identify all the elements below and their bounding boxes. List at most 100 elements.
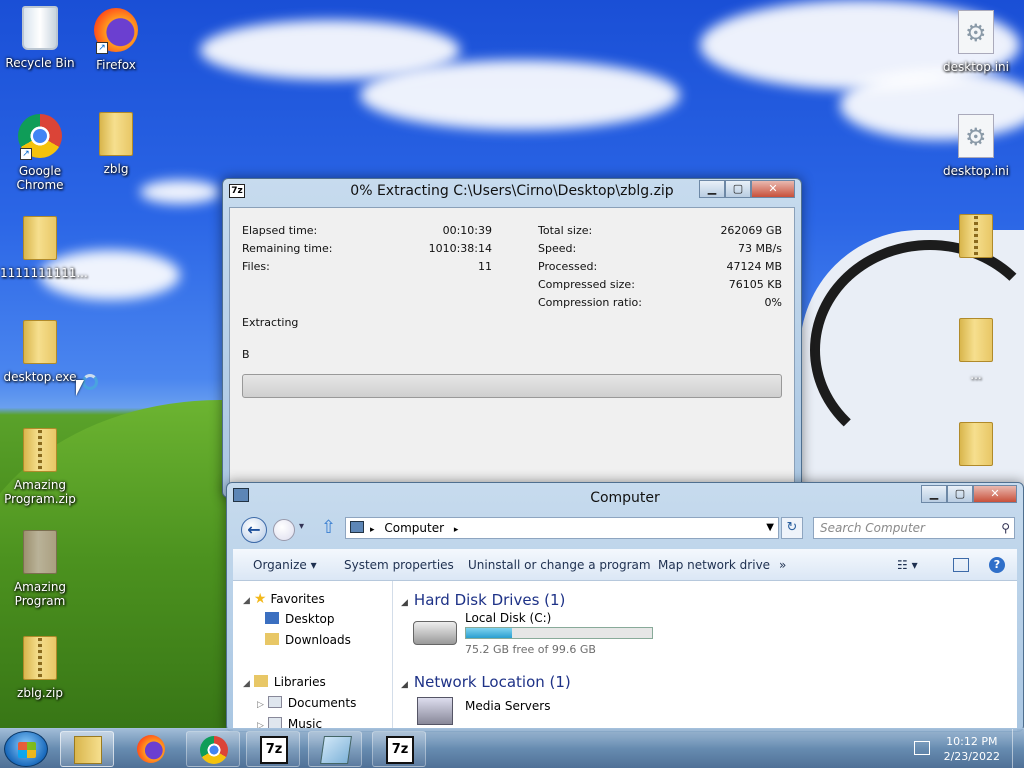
address-row: ← ▾ ⇧ ▸ Computer ▸ ▼ ↻ Search Computer ⚲ [233,513,1017,547]
window-title: Computer [590,490,660,506]
tree-downloads[interactable]: Downloads [265,633,351,647]
icon-label: desktop.ini [943,60,1009,74]
desktop-icon-folder-1111[interactable]: 1111111111... [0,216,88,280]
help-icon[interactable]: ? [989,557,1005,573]
recycle-bin-icon [22,6,58,50]
media-servers-item[interactable]: Media Servers [413,695,673,725]
close-button[interactable]: ✕ [751,180,795,198]
up-arrow-icon[interactable]: ⇧ [321,517,336,538]
icon-label: zblg.zip [17,686,63,700]
desktop-icon-folder-right-1[interactable] [936,214,1016,264]
drive-usage-fill [466,628,512,638]
settings-file-icon [958,114,994,158]
icon-label: Firefox [96,58,136,72]
show-desktop-button[interactable] [1012,729,1024,768]
folder-icon [99,112,133,156]
breadcrumb-computer[interactable]: Computer [384,521,444,535]
notepad-icon [320,736,352,764]
desktop-icon-folder-right-3[interactable] [936,422,1016,472]
taskbar-firefox[interactable] [124,731,178,767]
tree-documents[interactable]: ▷ Documents [257,696,356,710]
title-bar[interactable]: 7z 0% Extracting C:\Users\Cirno\Desktop\… [223,179,801,205]
desktop-icon [265,612,279,624]
taskbar-7zip-2[interactable]: 7z [372,731,426,767]
breadcrumb-arrow-icon[interactable]: ▸ [370,525,375,535]
folder-icon [23,216,57,260]
minimize-button[interactable]: ▁ [699,180,725,198]
maximize-button[interactable]: ▢ [947,485,973,503]
icon-label: Amazing Program.zip [4,478,76,506]
mouse-cursor-icon [76,380,84,396]
7zip-icon: 7z [260,736,288,764]
files-value: 11 [478,260,492,273]
start-button[interactable] [4,731,48,767]
change-view-button[interactable]: ☷ ▾ [897,558,918,572]
maximize-button[interactable]: ▢ [725,180,751,198]
navigation-pane: ◢ ★ Favorites Desktop Downloads ◢ Libraries… [233,581,393,731]
desktop-icon-amazing-program[interactable]: Amazing Program [0,530,80,608]
system-clock[interactable]: 10:12 PM 2/23/2022 [944,734,1000,764]
remaining-value: 1010:38:14 [428,242,492,255]
address-dropdown-icon[interactable]: ▼ [766,518,774,538]
extract-panel: Elapsed time: 00:10:39 Remaining time: 1… [229,207,795,491]
downloads-folder-icon [265,633,279,645]
desktop-icon-recycle-bin[interactable]: Recycle Bin [0,6,80,70]
desktop-icon-firefox[interactable]: ↗ Firefox [76,6,156,72]
cloud [360,60,680,130]
explorer-window[interactable]: Computer ▁ ▢ ✕ ← ▾ ⇧ ▸ Computer ▸ ▼ ↻ Se… [226,482,1024,732]
desktop-icon-desktop-ini-2[interactable]: desktop.ini [936,114,1016,178]
organize-menu[interactable]: Organize ▾ [253,558,317,572]
icon-label: zblg [103,162,129,176]
drive-local-disk-c[interactable]: Local Disk (C:) 75.2 GB free of 99.6 GB [413,611,673,661]
extract-progress-window[interactable]: 7z 0% Extracting C:\Users\Cirno\Desktop\… [222,178,802,498]
total-size-label: Total size: [538,224,593,237]
close-button[interactable]: ✕ [973,485,1017,503]
preview-pane-button[interactable] [953,558,969,572]
more-commands-button[interactable]: » [779,558,786,572]
taskbar-7zip-1[interactable]: 7z [246,731,300,767]
taskbar-notepad[interactable] [308,731,362,767]
refresh-button[interactable]: ↻ [781,517,803,539]
back-button[interactable]: ← [241,517,267,543]
action-center-icon[interactable] [914,741,930,755]
taskbar-explorer[interactable] [60,731,114,767]
icon-label: Google Chrome [16,164,64,192]
folder-icon [23,320,57,364]
tree-desktop[interactable]: Desktop [265,612,335,626]
icon-label: 1111111111... [0,266,88,280]
computer-icon [350,521,364,533]
desktop-icon-zblg[interactable]: zblg [76,112,156,176]
documents-icon [267,696,282,708]
taskbar-chrome[interactable] [186,731,240,767]
title-bar[interactable]: Computer ▁ ▢ ✕ [227,483,1023,513]
address-bar[interactable]: ▸ Computer ▸ ▼ [345,517,779,539]
processed-value: 47124 MB [726,260,782,273]
search-icon[interactable]: ⚲ [1001,518,1010,538]
group-hard-disk-drives[interactable]: ◢ Hard Disk Drives (1) [401,591,565,609]
star-icon: ★ [253,591,267,607]
desktop-icon-google-chrome[interactable]: ↗ Google Chrome [0,112,80,192]
busy-spinner-icon [82,374,98,390]
breadcrumb-arrow-icon[interactable]: ▸ [454,525,459,535]
desktop-icon-amazing-program-zip[interactable]: Amazing Program.zip [0,428,80,506]
minimize-button[interactable]: ▁ [921,485,947,503]
media-server-icon [417,697,453,725]
tree-libraries[interactable]: ◢ Libraries [243,675,326,689]
desktop-icon-desktop-exe[interactable]: desktop.exe [0,320,80,384]
desktop-icon-desktop-ini-1[interactable]: desktop.ini [936,10,1016,74]
uninstall-program-button[interactable]: Uninstall or change a program [468,558,651,572]
clock-time: 10:12 PM [946,735,998,748]
tree-favorites[interactable]: ◢ ★ Favorites [243,591,325,607]
group-network-location[interactable]: ◢ Network Location (1) [401,673,571,691]
remaining-label: Remaining time: [242,242,333,255]
map-network-drive-button[interactable]: Map network drive [658,558,770,572]
files-label: Files: [242,260,270,273]
forward-button[interactable] [273,519,295,541]
search-input[interactable]: Search Computer ⚲ [813,517,1015,539]
desktop-icon-zblg-zip[interactable]: zblg.zip [0,636,80,700]
desktop-icon-folder-dots[interactable]: ... [936,318,1016,382]
compressed-size-value: 76105 KB [728,278,782,291]
system-properties-button[interactable]: System properties [344,558,454,572]
total-size-value: 262069 GB [720,224,782,237]
recent-pages-dropdown[interactable]: ▾ [299,521,304,532]
